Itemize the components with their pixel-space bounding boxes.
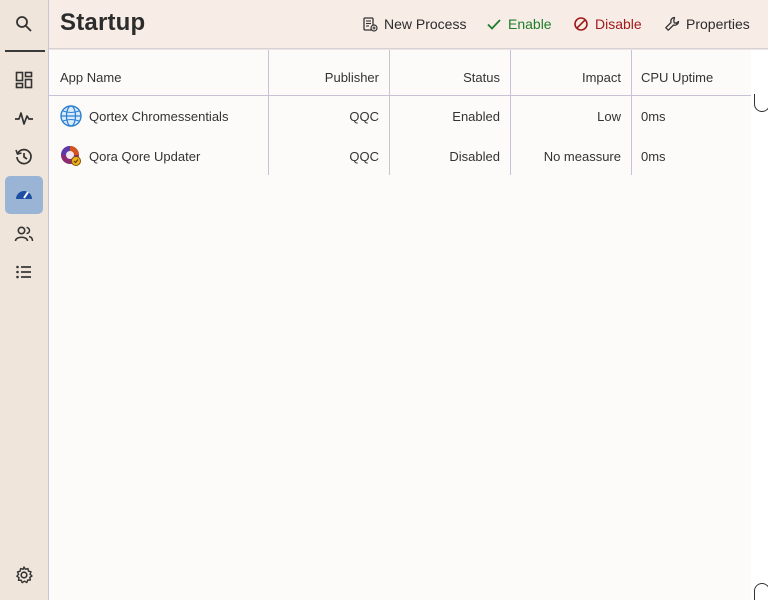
- enable-label: Enable: [508, 16, 552, 32]
- cpu-uptime-cell: 0ms: [641, 148, 666, 164]
- table-row-app[interactable]: Qora Qore Updater: [60, 136, 200, 176]
- app-name: Qortex Chromessentials: [89, 108, 229, 124]
- column-header-impact[interactable]: Impact: [511, 50, 621, 95]
- users-icon: [14, 226, 34, 242]
- page-title: Startup: [60, 9, 146, 36]
- new-process-icon: [363, 17, 378, 32]
- table-row-app[interactable]: Qortex Chromessentials: [60, 96, 228, 136]
- publisher-cell: QQC: [349, 108, 379, 124]
- startup-table: App Name Publisher Status Impact CPU Upt…: [49, 50, 751, 600]
- status-cell: Disabled: [449, 148, 500, 164]
- app-name: Qora Qore Updater: [89, 148, 201, 164]
- sidebar-item-details[interactable]: [5, 253, 43, 291]
- dashboard-icon: [15, 71, 33, 89]
- sidebar-item-app-history[interactable]: [5, 138, 43, 176]
- status-cell: Enabled: [452, 108, 500, 124]
- disable-label: Disable: [595, 16, 642, 32]
- sidebar-separator: [5, 50, 45, 52]
- sidebar-item-performance[interactable]: [5, 99, 43, 137]
- sidebar-item-startup[interactable]: [5, 176, 43, 214]
- impact-cell: Low: [597, 108, 621, 124]
- impact-cell: No meassure: [543, 148, 621, 164]
- sidebar-item-processes[interactable]: [5, 61, 43, 99]
- sidebar: [0, 0, 48, 600]
- column-header-publisher[interactable]: Publisher: [269, 50, 379, 95]
- search-button[interactable]: [5, 5, 43, 43]
- vertical-scrollbar[interactable]: [751, 50, 768, 600]
- settings-button[interactable]: [5, 556, 43, 594]
- column-header-app-name[interactable]: App Name: [60, 50, 121, 95]
- properties-button[interactable]: Properties: [664, 13, 750, 35]
- new-process-button[interactable]: New Process: [362, 13, 466, 35]
- disable-button[interactable]: Disable: [573, 13, 642, 35]
- cpu-uptime-cell: 0ms: [641, 108, 666, 124]
- column-header-cpu-uptime[interactable]: CPU Uptime: [641, 50, 713, 95]
- publisher-cell: QQC: [349, 148, 379, 164]
- scroll-down-cap[interactable]: [754, 583, 768, 600]
- search-icon: [16, 16, 32, 32]
- column-header-status[interactable]: Status: [390, 50, 500, 95]
- header-bar: Startup New Process Enable Disable Prope…: [49, 0, 768, 49]
- settings-gear-icon: [16, 566, 33, 584]
- globe-icon: [60, 105, 82, 127]
- details-list-icon: [16, 265, 31, 279]
- enable-button[interactable]: Enable: [486, 13, 552, 35]
- column-divider: [631, 50, 632, 175]
- scroll-up-cap[interactable]: [754, 94, 768, 112]
- history-icon: [15, 148, 32, 165]
- checkmark-icon: [487, 19, 501, 30]
- sidebar-item-users[interactable]: [5, 215, 43, 253]
- block-icon: [574, 17, 588, 31]
- properties-label: Properties: [686, 16, 750, 32]
- updater-icon: [61, 146, 81, 166]
- startup-gauge-icon: [16, 191, 32, 199]
- performance-icon: [15, 112, 33, 125]
- wrench-icon: [665, 16, 680, 31]
- main-panel: Startup New Process Enable Disable Prope…: [48, 0, 768, 600]
- new-process-label: New Process: [384, 16, 467, 32]
